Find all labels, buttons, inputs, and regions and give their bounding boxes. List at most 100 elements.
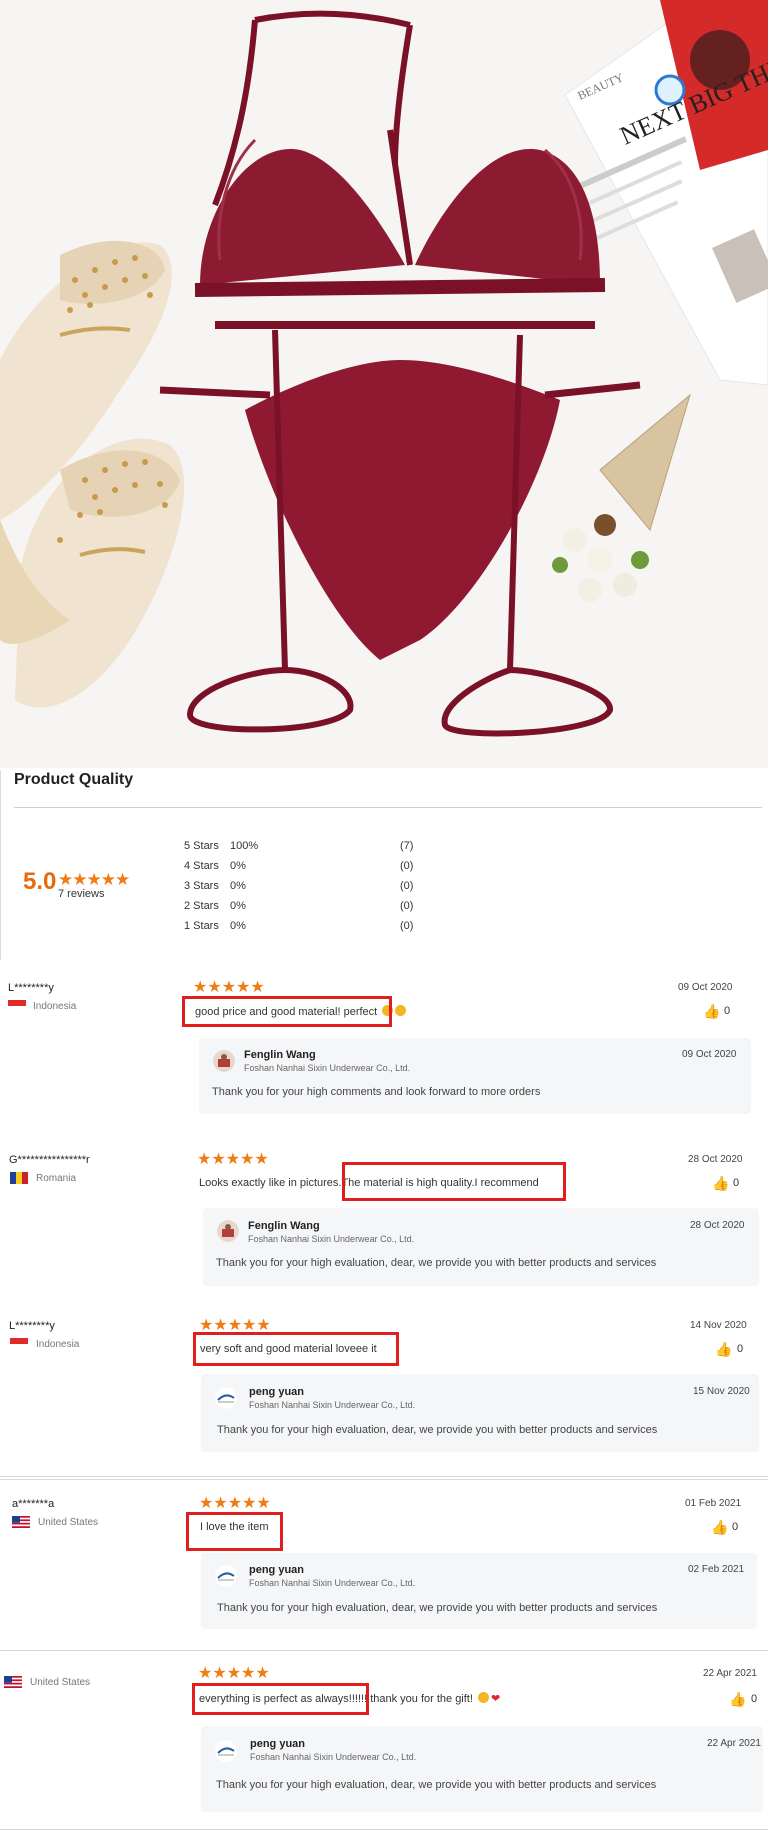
reviewer-country: Romania	[36, 1173, 77, 1184]
review-stars: ★★★★★	[198, 1665, 270, 1682]
star-filter-count: (0)	[400, 880, 414, 892]
highlight-box	[192, 1683, 369, 1715]
review-item: G****************r Romania ★★★★★ 28 Oct …	[0, 1150, 768, 1290]
reviewer-name: L********y	[8, 982, 54, 994]
star-filter-4[interactable]: 4 Stars 0% (0)	[184, 860, 434, 880]
reply-date: 09 Oct 2020	[682, 1049, 737, 1060]
seller-avatar	[213, 1050, 235, 1072]
seller-company: Foshan Nanhai Sixin Underwear Co., Ltd.	[249, 1578, 416, 1588]
review-date: 01 Feb 2021	[685, 1498, 742, 1509]
seller-reply: Fenglin Wang Foshan Nanhai Sixin Underwe…	[203, 1208, 759, 1286]
star-filter-percent: 0%	[230, 920, 246, 932]
reviewer-name: G****************r	[9, 1154, 90, 1166]
review-text-suffix: !!!!! thank you for the gift!	[351, 1693, 473, 1705]
star-filter-label: 4 Stars	[184, 860, 219, 872]
thumbs-up-icon[interactable]: 👍	[711, 1519, 728, 1536]
star-filter-3[interactable]: 3 Stars 0% (0)	[184, 880, 434, 900]
flag-romania-icon	[10, 1172, 28, 1184]
flag-indonesia-icon	[8, 1000, 26, 1012]
review-date: 14 Nov 2020	[690, 1320, 747, 1331]
summary-left-border	[0, 770, 1, 960]
reply-text: Thank you for your high comments and loo…	[212, 1086, 541, 1098]
section-divider	[14, 807, 762, 808]
product-quality-title: Product Quality	[14, 771, 134, 788]
heart-icon: ❤	[491, 1693, 501, 1705]
review-stars: ★★★★★	[199, 1495, 271, 1512]
star-filter-count: (0)	[400, 920, 414, 932]
average-rating: 5.0	[23, 868, 57, 895]
review-item: a*******a United States ★★★★★ 01 Feb 202…	[0, 1494, 768, 1634]
seller-avatar	[215, 1387, 237, 1409]
review-date: 22 Apr 2021	[703, 1668, 757, 1679]
review-divider	[0, 1650, 768, 1651]
like-count: 0	[737, 1343, 744, 1355]
like-count: 0	[733, 1177, 740, 1189]
like-count: 0	[732, 1521, 739, 1533]
seller-reply: peng yuan Foshan Nanhai Sixin Underwear …	[201, 1374, 759, 1452]
review-count: 7 reviews	[58, 888, 105, 900]
reviewer-name: L********y	[9, 1320, 55, 1332]
star-filter-label: 3 Stars	[184, 880, 219, 892]
review-date: 09 Oct 2020	[678, 982, 733, 993]
star-filter-percent: 100%	[230, 840, 259, 852]
star-filter-label: 2 Stars	[184, 900, 219, 912]
highlight-box	[182, 996, 392, 1027]
seller-company: Foshan Nanhai Sixin Underwear Co., Ltd.	[249, 1400, 416, 1410]
seller-reply: peng yuan Foshan Nanhai Sixin Underwear …	[201, 1553, 757, 1629]
seller-name: Fenglin Wang	[248, 1220, 320, 1232]
star-filter-2[interactable]: 2 Stars 0% (0)	[184, 900, 434, 920]
star-filter-percent: 0%	[230, 900, 246, 912]
seller-name: peng yuan	[250, 1738, 306, 1750]
review-date: 28 Oct 2020	[688, 1154, 743, 1165]
seller-avatar	[217, 1220, 239, 1242]
smile-emoji-icon	[478, 1692, 489, 1703]
highlight-box	[186, 1512, 283, 1551]
seller-avatar	[215, 1565, 237, 1587]
reviewer-country: United States	[38, 1517, 99, 1528]
seller-name: peng yuan	[249, 1386, 305, 1398]
star-filter-5[interactable]: 5 Stars 100% (7)	[184, 840, 434, 860]
reply-date: 28 Oct 2020	[690, 1220, 745, 1231]
review-text-prefix: Looks exactly like in pictures.	[199, 1177, 342, 1189]
reply-date: 02 Feb 2021	[688, 1564, 745, 1575]
heart-eyes-emoji-icon	[395, 1005, 407, 1016]
highlight-box	[342, 1162, 566, 1201]
reviewer-country: Indonesia	[33, 1001, 77, 1012]
reply-text: Thank you for your high evaluation, dear…	[217, 1424, 658, 1436]
review-stars: ★★★★★	[197, 1151, 269, 1168]
review-divider	[0, 1829, 768, 1830]
like-count: 0	[724, 1005, 731, 1017]
review-divider	[0, 1479, 768, 1480]
reply-text: Thank you for your high evaluation, dear…	[216, 1257, 657, 1269]
seller-company: Foshan Nanhai Sixin Underwear Co., Ltd.	[250, 1752, 417, 1762]
star-filter-count: (0)	[400, 900, 414, 912]
seller-name: peng yuan	[249, 1564, 305, 1576]
star-filter-label: 5 Stars	[184, 840, 219, 852]
review-stars: ★★★★★	[193, 979, 265, 996]
star-filter-percent: 0%	[230, 860, 246, 872]
star-filter-label: 1 Stars	[184, 920, 219, 932]
thumbs-up-icon[interactable]: 👍	[703, 1003, 720, 1020]
review-item: L********y Indonesia ★★★★★ 09 Oct 2020 g…	[0, 978, 768, 1118]
flag-united-states-icon	[4, 1676, 22, 1688]
review-item: L********y Indonesia ★★★★★ 14 Nov 2020 v…	[0, 1316, 768, 1456]
review-divider	[0, 1476, 768, 1477]
like-count: 0	[751, 1693, 758, 1705]
star-filter-1[interactable]: 1 Stars 0% (0)	[184, 920, 434, 940]
thumbs-up-icon[interactable]: 👍	[729, 1691, 746, 1708]
seller-avatar	[215, 1740, 237, 1762]
thumbs-up-icon[interactable]: 👍	[712, 1175, 729, 1192]
thumbs-up-icon[interactable]: 👍	[715, 1341, 732, 1358]
reviewer-country: Indonesia	[36, 1339, 80, 1350]
product-photo[interactable]: BEAUTY NEXT BIG THING	[0, 0, 768, 768]
seller-reply: peng yuan Foshan Nanhai Sixin Underwear …	[201, 1726, 763, 1812]
average-stars: ★★★★★	[58, 870, 130, 889]
star-filter-count: (7)	[400, 840, 414, 852]
reply-date: 22 Apr 2021	[707, 1738, 761, 1749]
flag-united-states-icon	[12, 1516, 30, 1528]
seller-reply: Fenglin Wang Foshan Nanhai Sixin Underwe…	[199, 1038, 751, 1114]
seller-company: Foshan Nanhai Sixin Underwear Co., Ltd.	[244, 1063, 411, 1073]
star-filter-count: (0)	[400, 860, 414, 872]
highlight-box	[193, 1332, 399, 1366]
reviewer-name: a*******a	[12, 1498, 55, 1510]
